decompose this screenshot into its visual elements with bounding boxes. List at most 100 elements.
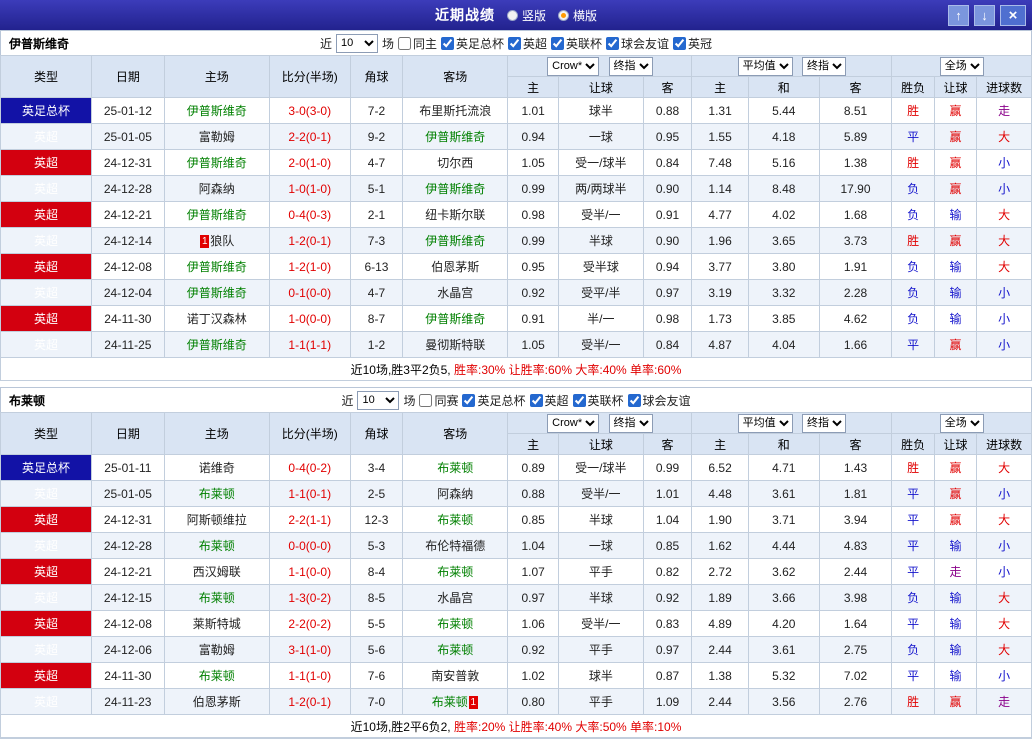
- corner-score: 4-7: [349, 149, 404, 176]
- league-filter-1[interactable]: 英超: [529, 392, 569, 409]
- sub-handicap-away-odds: 客: [642, 76, 693, 98]
- league-filter-checkbox[interactable]: [572, 393, 586, 407]
- league-filter-checkbox[interactable]: [529, 393, 543, 407]
- handicap-line: 受一/球半: [557, 454, 644, 481]
- result-handicap: 输: [933, 201, 978, 228]
- radio-checked-icon[interactable]: [558, 9, 569, 21]
- red-card-badge: 1: [200, 235, 210, 248]
- league-filter-3[interactable]: 球会友谊: [627, 392, 691, 409]
- corner-score: 12-3: [349, 506, 404, 533]
- away-team-cell: 水晶宫: [402, 584, 509, 611]
- handicap-home-odds: 1.02: [507, 662, 559, 689]
- league-filter-2[interactable]: 英联杯: [551, 35, 602, 52]
- fulltime-select[interactable]: 全场: [939, 56, 984, 76]
- average-odds-select[interactable]: 平均值: [737, 413, 793, 433]
- col-date: 日期: [90, 55, 165, 98]
- average-final-select[interactable]: 终指: [802, 413, 847, 433]
- avg-away-odds: 3.98: [818, 584, 893, 611]
- scroll-up-button[interactable]: ↑: [948, 4, 969, 26]
- league-filter-checkbox[interactable]: [508, 36, 521, 50]
- league-filter-checkbox[interactable]: [462, 393, 476, 407]
- result-goals: 小: [976, 331, 1032, 358]
- league-filter-4[interactable]: 英冠: [673, 35, 712, 52]
- avg-draw-odds: 3.61: [747, 636, 820, 663]
- fulltime-select[interactable]: 全场: [939, 413, 984, 433]
- match-row: 英超 24-12-21 伊普斯维奇 0-4(0-3) 2-1 纽卡斯尔联 0.9…: [0, 201, 1032, 228]
- avg-away-odds: 7.02: [818, 662, 893, 689]
- league-filter-checkbox[interactable]: [440, 36, 454, 50]
- result-winloss: 平: [891, 506, 935, 533]
- average-odds-select[interactable]: 平均值: [737, 56, 793, 76]
- handicap-home-odds: 0.94: [507, 123, 559, 150]
- avg-home-odds: 3.77: [691, 253, 749, 280]
- sub-handicap-home-odds: 主: [507, 76, 559, 98]
- handicap-away-odds: 0.94: [642, 253, 693, 280]
- matches-label: 场: [381, 36, 394, 51]
- sub-handicap-away-odds: 客: [642, 433, 693, 455]
- avg-home-odds: 4.87: [691, 331, 749, 358]
- league-filter-checkbox[interactable]: [606, 36, 620, 50]
- radio-vertical-layout[interactable]: 竖版: [506, 7, 546, 24]
- league-filter-label: 英超: [523, 36, 548, 51]
- same-filter-checkbox[interactable]: [397, 36, 411, 50]
- radio-horizontal-layout[interactable]: 横版: [558, 7, 597, 24]
- match-count-select[interactable]: 10: [335, 33, 378, 53]
- result-goals: 小: [976, 480, 1032, 507]
- league-filter-1[interactable]: 英超: [508, 35, 547, 52]
- radio-icon[interactable]: [506, 9, 518, 21]
- avg-draw-odds: 3.85: [747, 305, 820, 332]
- red-card-badge: 1: [468, 696, 478, 709]
- match-count-select[interactable]: 10: [357, 390, 400, 410]
- filter-bar: 布莱顿 近 10 场 同赛 英足总杯 英超 英联杯 球会友谊: [0, 387, 1032, 412]
- away-team-cell: 布莱顿: [402, 454, 509, 481]
- same-filter-checkbox[interactable]: [419, 393, 433, 407]
- scroll-down-button[interactable]: ↓: [974, 4, 995, 26]
- league-filter-0[interactable]: 英足总杯: [440, 35, 504, 52]
- avg-home-odds: 1.89: [691, 584, 749, 611]
- league-tag: 英超: [0, 149, 92, 176]
- avg-home-odds: 4.48: [691, 480, 749, 507]
- handicap-away-odds: 0.98: [642, 305, 693, 332]
- match-date: 25-01-05: [90, 123, 165, 150]
- bookmaker-select[interactable]: Crow*: [547, 56, 600, 76]
- handicap-final-select[interactable]: 终指: [608, 413, 653, 433]
- match-date: 25-01-05: [90, 480, 165, 507]
- result-handicap: 输: [933, 662, 978, 689]
- avg-away-odds: 1.81: [818, 480, 893, 507]
- result-winloss: 平: [891, 331, 935, 358]
- league-tag: 英足总杯: [0, 454, 92, 481]
- average-odds-header: 平均值 终指: [691, 55, 893, 77]
- league-filter-checkbox[interactable]: [627, 393, 641, 407]
- handicap-away-odds: 1.04: [642, 506, 693, 533]
- bookmaker-select[interactable]: Crow*: [547, 413, 600, 433]
- league-filter-checkbox[interactable]: [673, 36, 687, 50]
- league-filter-checkbox[interactable]: [551, 36, 565, 50]
- league-filter-3[interactable]: 球会友谊: [606, 35, 669, 52]
- match-date: 24-12-21: [90, 558, 165, 585]
- handicap-final-select[interactable]: 终指: [608, 56, 653, 76]
- home-team-cell: 伊普斯维奇: [163, 97, 270, 124]
- match-row: 英足总杯 25-01-12 伊普斯维奇 3-0(3-0) 7-2 布里斯托流浪 …: [0, 97, 1032, 124]
- home-team-cell: 诺丁汉森林: [163, 305, 270, 332]
- avg-away-odds: 1.38: [818, 149, 893, 176]
- handicap-away-odds: 0.99: [642, 454, 693, 481]
- league-filter-2[interactable]: 英联杯: [572, 392, 624, 409]
- summary-row: 近10场,胜2平6负2, 胜率:20% 让胜率:40% 大率:50% 单率:10…: [0, 714, 1032, 738]
- close-button[interactable]: ×: [1000, 4, 1026, 26]
- result-goals: 大: [976, 123, 1032, 150]
- away-team-cell: 伊普斯维奇: [402, 175, 509, 202]
- home-team-name: 莱斯特城: [192, 617, 241, 631]
- same-filter[interactable]: 同赛: [419, 392, 458, 409]
- league-filter-0[interactable]: 英足总杯: [462, 392, 526, 409]
- home-team-name: 伊普斯维奇: [186, 260, 247, 274]
- corner-score: 7-6: [349, 662, 404, 689]
- league-tag: 英超: [0, 584, 92, 611]
- avg-away-odds: 17.90: [818, 175, 893, 202]
- matches-label: 场: [403, 393, 416, 408]
- results-table: 类型 日期 主场 比分(半场) 角球 客场 Crow* 终指 平均值 终指 全场…: [0, 412, 1032, 738]
- same-filter-label: 同赛: [434, 393, 459, 408]
- match-row: 英超 24-11-30 布莱顿 1-1(1-0) 7-6 南安普敦 1.02 球…: [0, 662, 1032, 689]
- same-filter[interactable]: 同主: [397, 35, 437, 52]
- average-final-select[interactable]: 终指: [802, 56, 847, 76]
- avg-draw-odds: 4.20: [747, 610, 820, 637]
